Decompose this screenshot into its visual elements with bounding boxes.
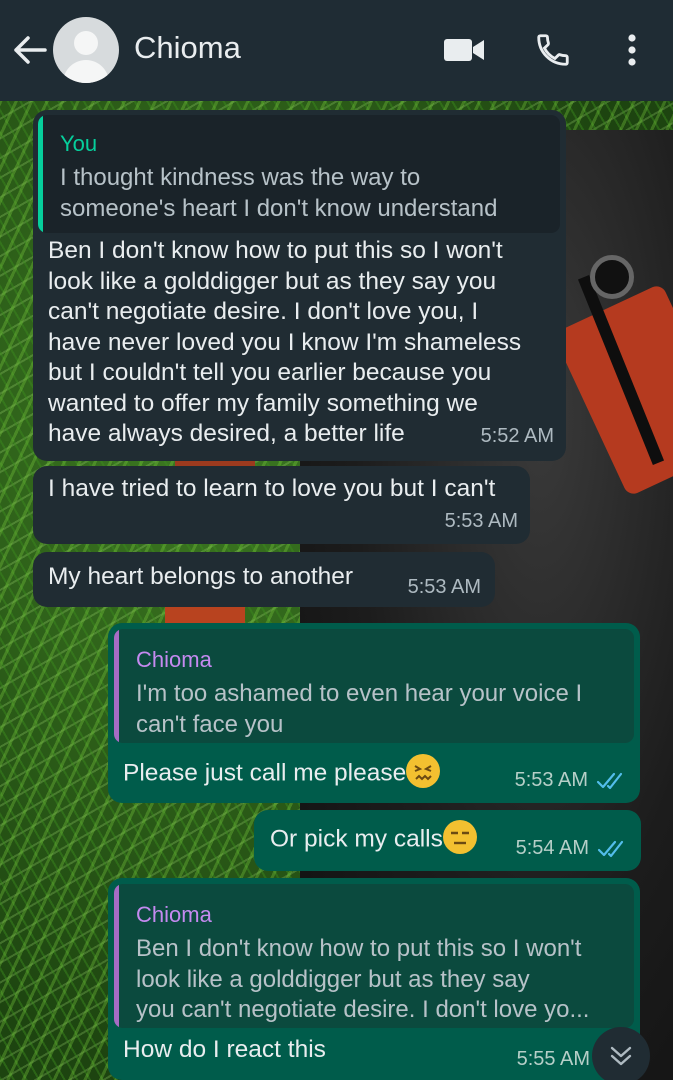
message-time: 5:53 AM [514, 768, 588, 791]
message-time: 5:53 AM [444, 509, 518, 532]
message-bubble-incoming[interactable]: You I thought kindness was the way to so… [33, 110, 566, 461]
message-text: Please just call me please [123, 754, 441, 791]
message-time: 5:54 AM [515, 836, 589, 859]
quote-author: You [60, 131, 98, 156]
message-text: Or pick my calls [270, 820, 477, 857]
message-text: My heart belongs to another [48, 563, 354, 590]
quoted-message[interactable]: Chioma I'm too ashamed to even hear your… [114, 629, 634, 743]
avatar[interactable] [53, 17, 119, 83]
quoted-message[interactable]: You I thought kindness was the way to so… [38, 115, 560, 233]
expressionless-face-emoji [442, 820, 477, 854]
double-chevron-down-icon [610, 1046, 632, 1066]
message-text: I have tried to learn to love you but I … [48, 475, 496, 502]
message-bubble-incoming[interactable]: My heart belongs to another 5:53 AM [33, 552, 495, 607]
quote-text: I thought kindness was the way to someon… [60, 164, 498, 222]
contact-name[interactable]: Chioma [134, 30, 241, 66]
more-options-icon[interactable] [610, 28, 654, 72]
message-text: Ben I don't know how to put this so I wo… [48, 237, 522, 447]
quote-bar [114, 884, 119, 1028]
read-ticks-icon [597, 840, 624, 858]
message-time: 5:53 AM [407, 576, 481, 598]
quote-bar [38, 115, 43, 233]
quote-author: Chioma [136, 647, 212, 672]
message-bubble-outgoing[interactable]: Chioma Ben I don't know how to put this … [108, 878, 640, 1080]
message-bubble-outgoing[interactable]: Or pick my calls 5:54 AM [254, 810, 641, 871]
scroll-to-bottom-button[interactable] [592, 1027, 650, 1080]
message-text: How do I react this [123, 1036, 326, 1063]
video-call-icon[interactable] [442, 28, 486, 72]
message-time: 5:55 AM [516, 1048, 590, 1070]
chat-header: Chioma [0, 0, 673, 101]
avatar-head [74, 31, 98, 55]
message-bubble-incoming[interactable]: I have tried to learn to love you but I … [33, 466, 530, 544]
message-time: 5:52 AM [480, 424, 554, 447]
message-bubble-outgoing[interactable]: Chioma I'm too ashamed to even hear your… [108, 623, 640, 803]
voice-call-icon[interactable] [531, 28, 575, 72]
quoted-message[interactable]: Chioma Ben I don't know how to put this … [114, 884, 634, 1028]
read-ticks-icon [596, 772, 623, 790]
avatar-body [63, 60, 109, 83]
quote-text: Ben I don't know how to put this so I wo… [136, 935, 590, 1023]
quote-author: Chioma [136, 902, 212, 927]
back-arrow-icon[interactable] [12, 32, 48, 68]
confounded-face-emoji [406, 754, 441, 788]
quote-bar [114, 629, 119, 743]
wallpaper-clip [590, 255, 634, 299]
quote-text: I'm too ashamed to even hear your voice … [136, 680, 583, 738]
